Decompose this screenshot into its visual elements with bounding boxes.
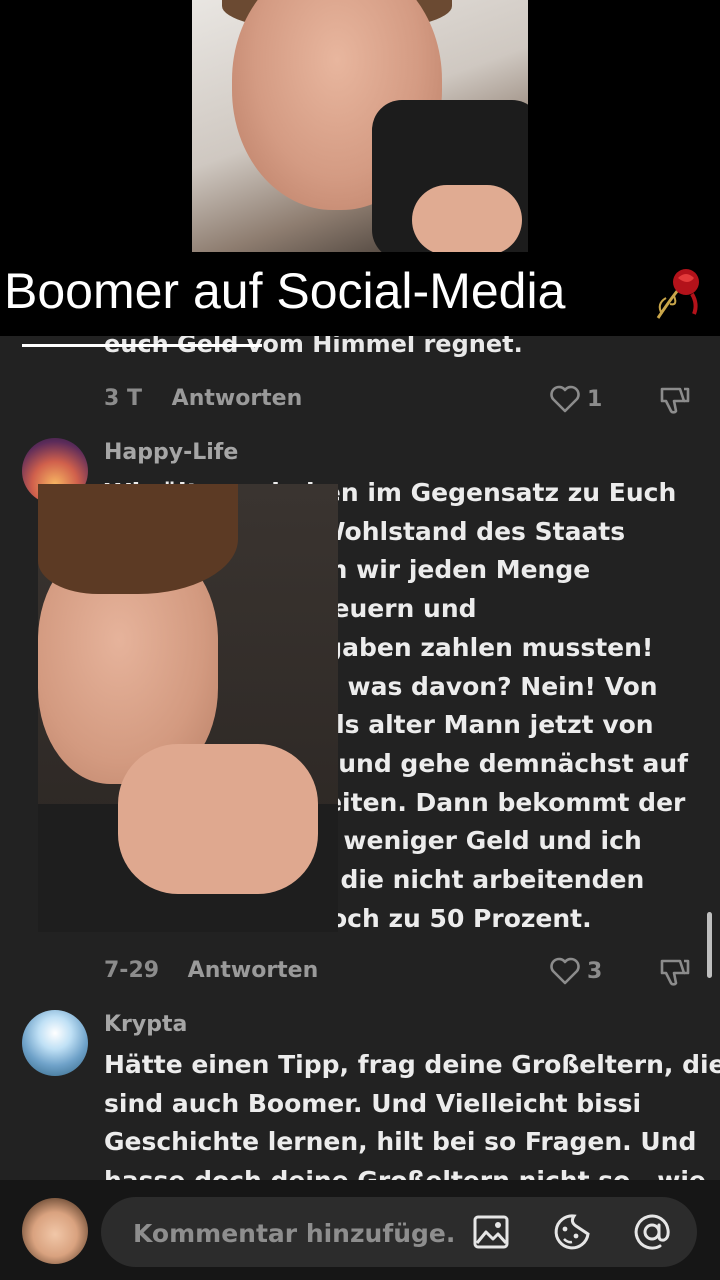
scroll-indicator-line [22, 344, 262, 347]
emoji-button[interactable] [552, 1212, 592, 1252]
comment-meta-2: 7-29 Antworten [104, 958, 318, 983]
comment-author[interactable]: Happy-Life [104, 440, 238, 465]
like-button-1[interactable]: 1 [549, 384, 602, 414]
reply-button[interactable]: Antworten [188, 958, 319, 983]
comment-author[interactable]: Krypta [104, 1012, 187, 1037]
avatar[interactable] [22, 1010, 88, 1076]
caption-title: Boomer auf Social-Media [4, 263, 566, 319]
like-button-2[interactable]: 3 [549, 956, 602, 986]
image-button[interactable] [471, 1212, 511, 1252]
comment-line: sind auch Boomer. Und Vielleicht bissi [104, 1088, 642, 1118]
comment-time: 7-29 [104, 958, 160, 983]
comment-cut-text: euch Geld vom Himmel regnet. [104, 336, 523, 358]
emoji-icon [554, 1214, 590, 1250]
mention-icon [634, 1214, 670, 1250]
rose-icon [656, 269, 699, 319]
scrollbar[interactable] [707, 912, 712, 978]
video-overlay[interactable] [38, 484, 338, 932]
mention-button[interactable] [632, 1212, 672, 1252]
dislike-icon[interactable] [658, 955, 692, 989]
video-frame-top[interactable] [192, 0, 528, 252]
comment-line: Geschichte lernen, hilt bei so Fragen. U… [104, 1127, 697, 1157]
comment-time: 3 T [104, 386, 142, 411]
image-icon [473, 1215, 509, 1249]
person-hand [412, 185, 522, 252]
heart-icon [550, 957, 580, 985]
person-hand [118, 744, 318, 894]
comment-line: hasse doch deine Großeltern nicht so , w… [104, 1162, 706, 1180]
comment-input-container[interactable] [101, 1197, 697, 1269]
comment-body: Hätte einen Tipp, frag deine Großeltern,… [104, 1046, 720, 1180]
heart-icon [550, 385, 580, 413]
reply-button[interactable]: Antworten [172, 386, 303, 411]
like-count: 1 [587, 386, 603, 412]
comment-input[interactable] [131, 1197, 455, 1269]
comment-meta-1: 3 T Antworten [104, 386, 302, 411]
user-avatar[interactable] [22, 1198, 88, 1264]
like-count: 3 [587, 958, 603, 984]
person-hair [38, 484, 238, 594]
dislike-icon[interactable] [658, 383, 692, 417]
comment-line: Hätte einen Tipp, frag deine Großeltern,… [104, 1050, 720, 1079]
